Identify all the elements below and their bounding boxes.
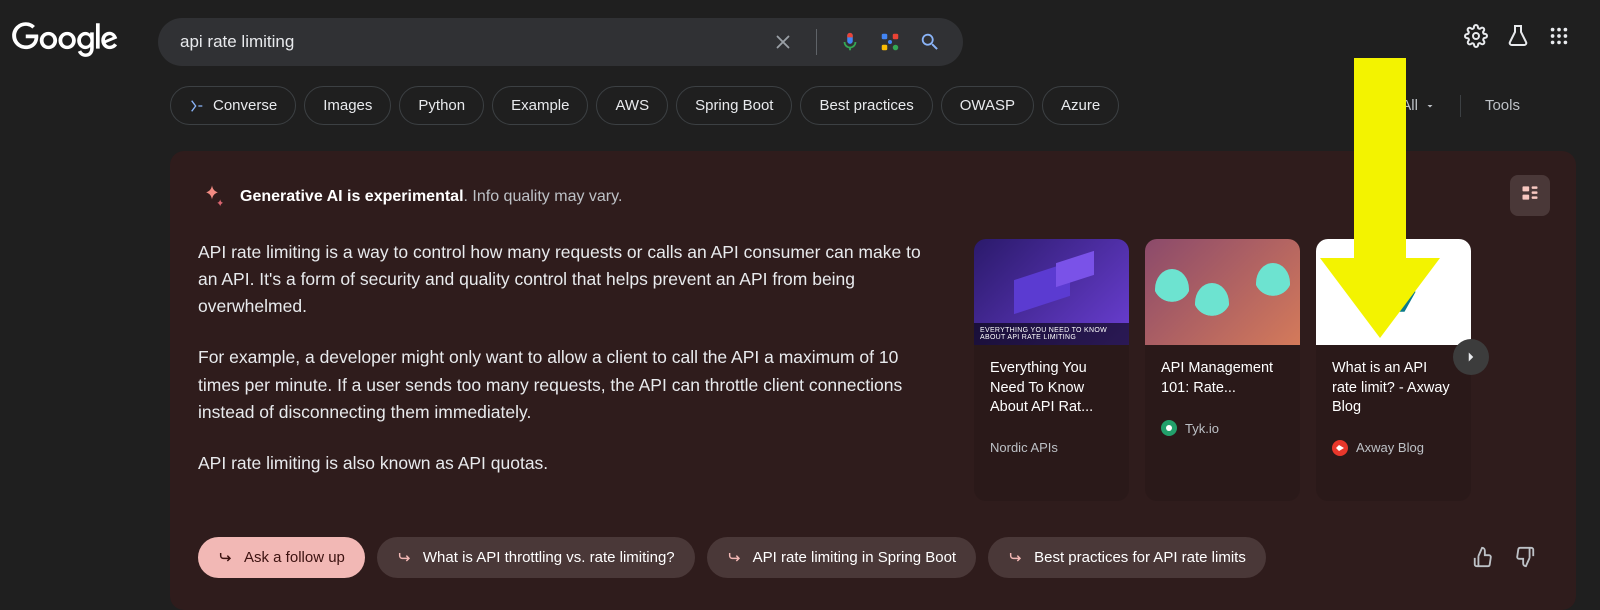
chip-owasp[interactable]: OWASP bbox=[941, 86, 1034, 125]
settings-icon[interactable] bbox=[1464, 24, 1488, 48]
ai-overview-panel: Generative AI is experimental. Info qual… bbox=[170, 151, 1576, 610]
chip-springboot[interactable]: Spring Boot bbox=[676, 86, 792, 125]
clear-icon[interactable] bbox=[772, 31, 794, 53]
card-thumbnail bbox=[1316, 239, 1471, 345]
followup-suggestion[interactable]: Best practices for API rate limits bbox=[988, 537, 1266, 578]
tools-button[interactable]: Tools bbox=[1485, 97, 1520, 114]
source-cards: EVERYTHING YOU NEED TO KNOW ABOUT API RA… bbox=[974, 239, 1471, 501]
source-card[interactable]: EVERYTHING YOU NEED TO KNOW ABOUT API RA… bbox=[974, 239, 1129, 501]
followup-arrow-icon bbox=[727, 549, 743, 565]
ask-followup-button[interactable]: Ask a follow up bbox=[198, 537, 365, 578]
chip-example[interactable]: Example bbox=[492, 86, 588, 125]
source-card[interactable]: What is an API rate limit? - Axway Blog … bbox=[1316, 239, 1471, 501]
card-thumbnail: EVERYTHING YOU NEED TO KNOW ABOUT API RA… bbox=[974, 239, 1129, 345]
search-bar[interactable] bbox=[158, 18, 963, 66]
google-logo[interactable] bbox=[12, 20, 118, 65]
toggle-panel-icon[interactable] bbox=[1510, 175, 1550, 216]
followup-suggestion[interactable]: API rate limiting in Spring Boot bbox=[707, 537, 976, 578]
followup-arrow-icon bbox=[397, 549, 413, 565]
chip-images[interactable]: Images bbox=[304, 86, 391, 125]
chip-label: Converse bbox=[213, 97, 277, 114]
ai-paragraph-2: For example, a developer might only want… bbox=[198, 344, 938, 425]
ai-paragraph-3: API rate limiting is also known as API q… bbox=[198, 450, 938, 477]
next-card-button[interactable] bbox=[1453, 339, 1489, 375]
source-card[interactable]: API Management 101: Rate... Tyk.io bbox=[1145, 239, 1300, 501]
card-source: Tyk.io bbox=[1161, 420, 1284, 436]
followup-arrow-icon bbox=[1008, 549, 1024, 565]
card-thumbnail bbox=[1145, 239, 1300, 345]
ai-disclaimer-text: Generative AI is experimental. Info qual… bbox=[240, 188, 622, 206]
sparkle-icon bbox=[198, 183, 226, 211]
card-source: Nordic APIs bbox=[990, 440, 1113, 455]
chip-python[interactable]: Python bbox=[399, 86, 484, 125]
card-title: Everything You Need To Know About API Ra… bbox=[990, 359, 1113, 418]
card-title: API Management 101: Rate... bbox=[1161, 359, 1284, 398]
labs-icon[interactable] bbox=[1506, 24, 1530, 48]
followup-suggestion[interactable]: What is API throttling vs. rate limiting… bbox=[377, 537, 695, 578]
search-icon[interactable] bbox=[919, 31, 941, 53]
followup-arrow-icon bbox=[218, 549, 234, 565]
search-input[interactable] bbox=[180, 32, 772, 52]
chip-converse[interactable]: Converse bbox=[170, 86, 296, 125]
apps-icon[interactable] bbox=[1548, 25, 1570, 47]
chip-azure[interactable]: Azure bbox=[1042, 86, 1119, 125]
card-title: What is an API rate limit? - Axway Blog bbox=[1332, 359, 1455, 418]
card-source: Axway Blog bbox=[1332, 440, 1455, 456]
chip-bestpractices[interactable]: Best practices bbox=[800, 86, 932, 125]
chip-aws[interactable]: AWS bbox=[596, 86, 668, 125]
ai-paragraph-1: API rate limiting is a way to control ho… bbox=[198, 239, 938, 320]
lens-icon[interactable] bbox=[879, 31, 901, 53]
thumbs-up-icon[interactable] bbox=[1472, 546, 1494, 568]
thumbs-down-icon[interactable] bbox=[1514, 546, 1536, 568]
all-filters-dropdown[interactable]: All bbox=[1401, 97, 1436, 114]
mic-icon[interactable] bbox=[839, 31, 861, 53]
